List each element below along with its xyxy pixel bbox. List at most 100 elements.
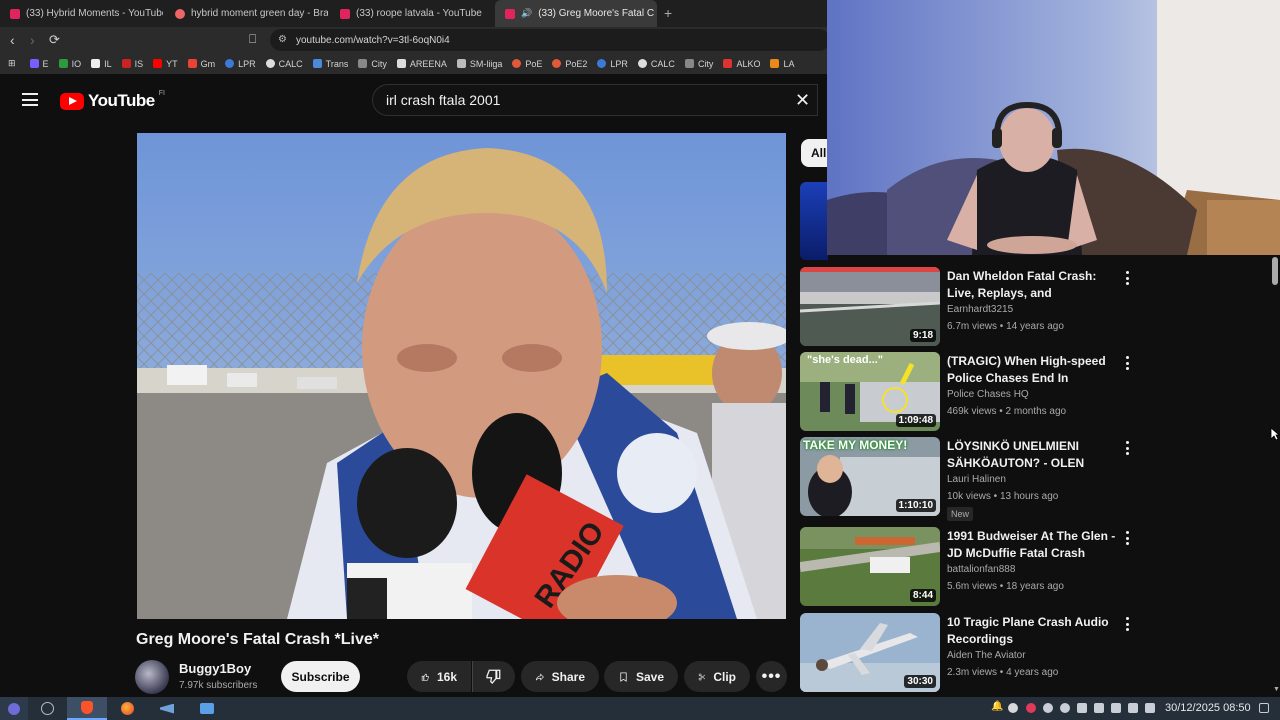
video-thumbnail[interactable]: TAKE MY MONEY! 1:10:10 xyxy=(800,437,940,516)
browser-tab-2[interactable]: hybrid moment green day - Bra xyxy=(165,0,328,27)
steam-tray-icon[interactable] xyxy=(1043,703,1053,713)
video-thumbnail[interactable]: "she's dead..." 1:09:48 xyxy=(800,352,940,431)
more-vertical-icon[interactable] xyxy=(1126,356,1130,373)
video-frame-image: RADIO xyxy=(137,133,786,619)
bookmark-item[interactable]: PoE2 xyxy=(552,59,587,69)
subscribe-button[interactable]: Subscribe xyxy=(281,661,360,692)
bookmark-icon[interactable]: ⎕ xyxy=(249,32,256,47)
media-play-icon[interactable] xyxy=(1060,703,1070,713)
clip-button[interactable]: Clip xyxy=(684,661,750,692)
recommendation-item[interactable]: "she's dead..." 1:09:48 (TRAGIC) When Hi… xyxy=(800,352,1140,432)
video-player[interactable]: RADIO xyxy=(137,133,786,619)
recommendation-channel[interactable]: Police Chases HQ xyxy=(947,389,1029,400)
record-icon[interactable] xyxy=(1026,703,1036,713)
browser-tab-1[interactable]: (33) Hybrid Moments - YouTube xyxy=(0,0,163,27)
bookmark-item[interactable]: E xyxy=(29,59,49,69)
youtube-logo[interactable]: YouTube FI xyxy=(60,90,165,111)
tab-label: (33) Hybrid Moments - YouTube xyxy=(26,8,163,19)
bookmark-item[interactable]: CALC xyxy=(637,59,675,69)
scrollbar-thumb[interactable] xyxy=(1272,257,1278,285)
browser-tab-4-active[interactable]: 🔊 (33) Greg Moore's Fatal C ✕ xyxy=(495,0,657,27)
taskbar-clock[interactable]: 30/12/2025 08:50 xyxy=(1165,702,1251,714)
more-vertical-icon[interactable] xyxy=(1126,531,1130,548)
recommendation-item[interactable]: 8:44 1991 Budweiser At The Glen - JD McD… xyxy=(800,527,1140,607)
scroll-down-icon[interactable]: ▼ xyxy=(1273,686,1280,693)
recommendation-channel[interactable]: Lauri Halinen xyxy=(947,474,1006,485)
duration-badge: 30:30 xyxy=(904,675,936,688)
bookmark-item[interactable]: CALC xyxy=(265,59,303,69)
bookmark-favicon-icon xyxy=(358,59,368,68)
network-icon[interactable] xyxy=(1128,703,1138,713)
taskbar-app-steam[interactable] xyxy=(30,697,64,720)
new-tab-icon[interactable]: + xyxy=(664,5,672,21)
bookmark-item[interactable]: LA xyxy=(770,59,794,69)
share-button[interactable]: Share xyxy=(521,661,599,692)
bookmark-item[interactable]: LPR xyxy=(225,59,256,69)
bookmark-item[interactable]: AREENA xyxy=(396,59,447,69)
taskbar-app-steam-client[interactable] xyxy=(150,697,184,720)
bookmark-item[interactable]: PoE xyxy=(512,59,542,69)
tab-label: (33) roope latvala - YouTube xyxy=(356,8,482,19)
tray-app-icon[interactable] xyxy=(1008,703,1018,713)
start-menu-button[interactable] xyxy=(0,697,28,720)
bookmark-item[interactable]: IO xyxy=(58,59,81,69)
dislike-button[interactable] xyxy=(472,661,515,692)
volume-icon[interactable] xyxy=(1077,703,1087,713)
menu-icon[interactable] xyxy=(22,93,38,106)
recommendation-channel[interactable]: Aiden The Aviator xyxy=(947,650,1026,661)
bookmark-item[interactable]: Gm xyxy=(187,59,215,69)
taskbar-app-brave[interactable] xyxy=(67,697,107,720)
bookmark-item[interactable]: SM-liiga xyxy=(456,59,502,69)
reload-icon[interactable]: ⟳ xyxy=(49,32,60,48)
bookmark-item[interactable]: Trans xyxy=(312,59,348,69)
more-actions-button[interactable]: ••• xyxy=(756,661,787,692)
site-info-icon[interactable]: ⚙ xyxy=(278,34,287,45)
video-thumbnail[interactable]: 8:44 xyxy=(800,527,940,606)
channel-name[interactable]: Buggy1Boy xyxy=(179,661,251,676)
like-count: 16k xyxy=(436,669,457,684)
apps-grid-icon[interactable]: ⊞ xyxy=(8,58,16,69)
partial-thumbnail[interactable] xyxy=(800,182,828,260)
bookmark-item[interactable]: City xyxy=(358,59,387,69)
microphone-icon[interactable] xyxy=(1111,703,1121,713)
bookmark-item[interactable]: City xyxy=(684,59,713,69)
filter-chip-all[interactable]: All xyxy=(801,139,829,167)
bookmark-item[interactable]: IS xyxy=(121,59,143,69)
show-desktop-icon[interactable] xyxy=(1259,703,1269,713)
recommendation-title[interactable]: 1991 Budweiser At The Glen - JD McDuffie… xyxy=(947,528,1122,562)
forward-icon[interactable]: › xyxy=(30,32,35,48)
save-button[interactable]: Save xyxy=(604,661,678,692)
back-icon[interactable]: ‹ xyxy=(10,32,15,48)
bookmark-item[interactable]: YT xyxy=(153,59,178,69)
taskbar-app-firefox[interactable] xyxy=(110,697,144,720)
recommendation-title[interactable]: 10 Tragic Plane Crash Audio Recordings xyxy=(947,614,1122,648)
like-button[interactable]: 16k xyxy=(407,661,471,692)
notification-bell-icon[interactable]: 🔔 xyxy=(991,701,1003,712)
search-input[interactable]: irl crash ftala 2001 xyxy=(372,84,818,116)
bookmark-item[interactable]: LPR xyxy=(597,59,628,69)
taskbar-app-files[interactable] xyxy=(190,697,224,720)
lock-icon[interactable] xyxy=(1145,703,1155,713)
recommendation-item[interactable]: TAKE MY MONEY! 1:10:10 LÖYSINKÖ UNELMIEN… xyxy=(800,437,1140,521)
recommendation-channel[interactable]: Earnhardt3215 xyxy=(947,304,1013,315)
folder-icon xyxy=(200,703,214,714)
recommendation-title[interactable]: LÖYSINKÖ UNELMIENI SÄHKÖAUTON? - OLEN MY… xyxy=(947,438,1122,472)
subscriber-count: 7.97k subscribers xyxy=(179,680,258,691)
bookmark-item[interactable]: IL xyxy=(91,59,112,69)
recommendation-title[interactable]: (TRAGIC) When High-speed Police Chases E… xyxy=(947,353,1122,387)
url-bar[interactable]: ⚙ youtube.com/watch?v=3tl-6oqN0i4 xyxy=(270,29,830,51)
video-thumbnail[interactable]: 9:18 xyxy=(800,267,940,346)
recommendation-item[interactable]: 9:18 Dan Wheldon Fatal Crash: Live, Repl… xyxy=(800,267,1140,347)
bookmark-item[interactable]: ALKO xyxy=(723,59,760,69)
recommendation-channel[interactable]: battalionfan888 xyxy=(947,564,1015,575)
more-vertical-icon[interactable] xyxy=(1126,617,1130,634)
browser-tab-3[interactable]: (33) roope latvala - YouTube xyxy=(330,0,493,27)
recommendation-item[interactable]: 30:30 10 Tragic Plane Crash Audio Record… xyxy=(800,613,1140,693)
more-vertical-icon[interactable] xyxy=(1126,441,1130,458)
clipboard-icon[interactable] xyxy=(1094,703,1104,713)
more-vertical-icon[interactable] xyxy=(1126,271,1130,288)
channel-avatar[interactable] xyxy=(135,660,169,694)
video-thumbnail[interactable]: 30:30 xyxy=(800,613,940,692)
clear-search-icon[interactable]: ✕ xyxy=(795,90,810,111)
recommendation-title[interactable]: Dan Wheldon Fatal Crash: Live, Replays, … xyxy=(947,268,1122,302)
